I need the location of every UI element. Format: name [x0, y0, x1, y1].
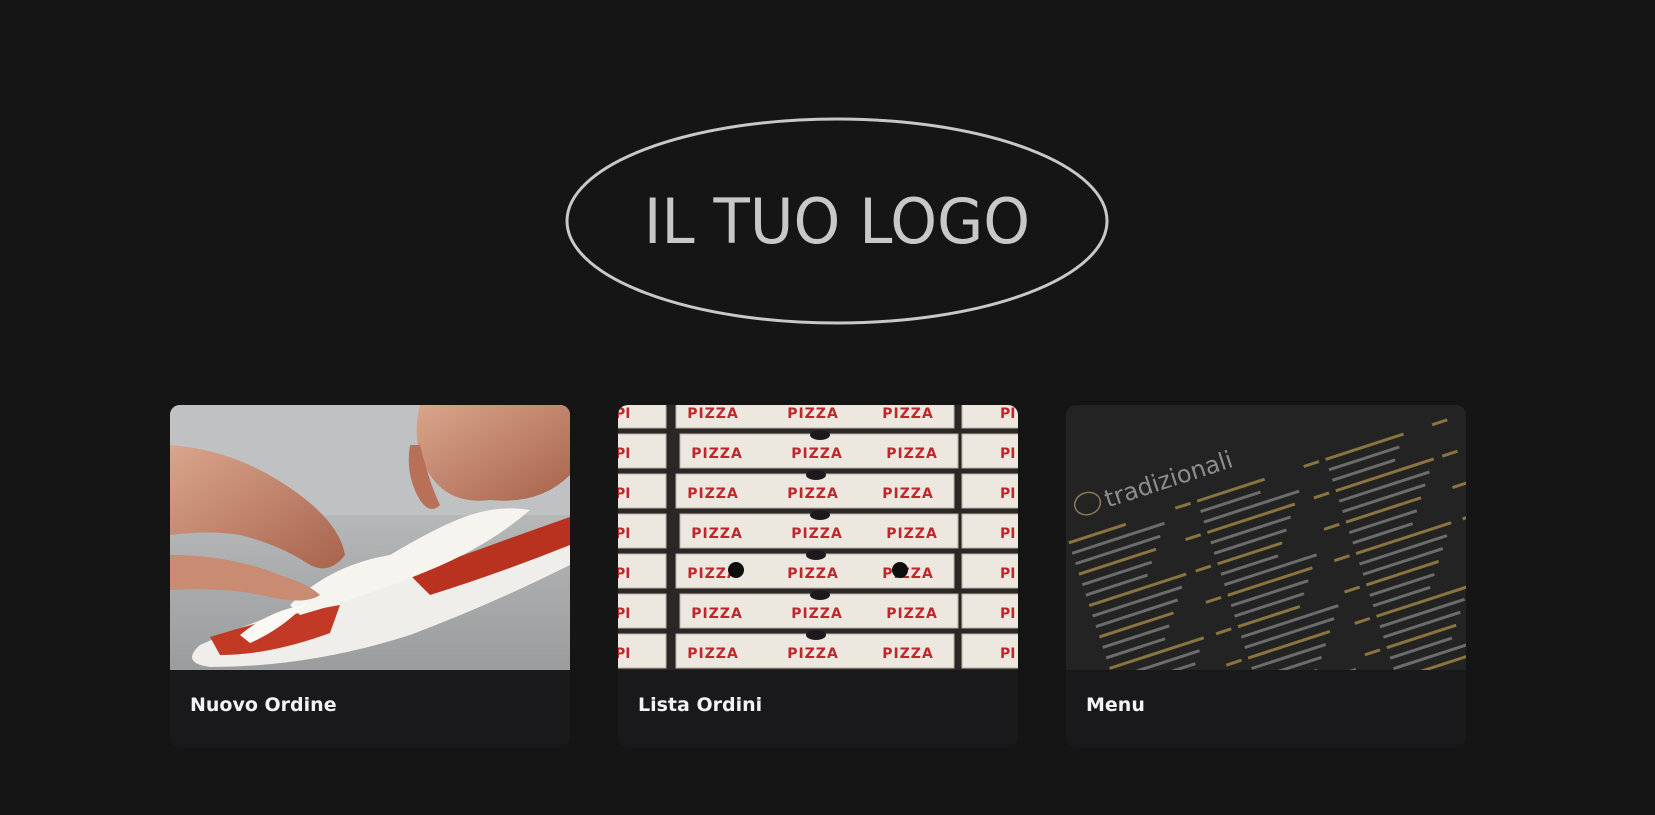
svg-text:PI: PI: [618, 606, 630, 622]
svg-text:PIZZA: PIZZA: [791, 606, 843, 622]
menu-board-image: tradizionali: [1066, 405, 1466, 670]
svg-text:PI: PI: [618, 646, 630, 662]
svg-text:PIZZA: PIZZA: [886, 446, 938, 462]
svg-text:PIZZA: PIZZA: [791, 526, 843, 542]
svg-text:PIZZA: PIZZA: [791, 446, 843, 462]
svg-text:PIZZA: PIZZA: [787, 646, 839, 662]
svg-text:PI: PI: [1000, 406, 1015, 422]
svg-text:PI: PI: [1000, 606, 1015, 622]
svg-text:PIZZA: PIZZA: [787, 566, 839, 582]
svg-text:PIZZA: PIZZA: [687, 406, 739, 422]
svg-text:PIZZA: PIZZA: [882, 486, 934, 502]
svg-text:PI: PI: [1000, 566, 1015, 582]
svg-text:PIZZA: PIZZA: [787, 486, 839, 502]
card-title: Menu: [1086, 694, 1145, 716]
svg-text:PI: PI: [1000, 646, 1015, 662]
logo-text: IL TUO LOGO: [643, 184, 1031, 258]
hands-making-pizza-image: [170, 405, 570, 670]
svg-text:PIZZA: PIZZA: [886, 606, 938, 622]
svg-text:PI: PI: [618, 526, 630, 542]
svg-text:PIZZA: PIZZA: [882, 406, 934, 422]
svg-text:PI: PI: [1000, 526, 1015, 542]
svg-text:PI: PI: [618, 566, 630, 582]
svg-text:PIZZA: PIZZA: [882, 566, 934, 582]
svg-text:PIZZA: PIZZA: [882, 646, 934, 662]
svg-text:PI: PI: [1000, 446, 1015, 462]
logo-placeholder: IL TUO LOGO: [564, 116, 1110, 326]
svg-text:PI: PI: [1000, 486, 1015, 502]
card-new-order[interactable]: Nuovo Ordine: [170, 405, 570, 747]
card-order-list[interactable]: PIZZA PIZZA PIZZA PI PI PIZZA PIZZA PIZZA PI PI PI…: [618, 405, 1018, 747]
card-title: Lista Ordini: [638, 694, 763, 716]
svg-text:PIZZA: PIZZA: [691, 446, 743, 462]
svg-text:PIZZA: PIZZA: [691, 606, 743, 622]
svg-text:PIZZA: PIZZA: [691, 526, 743, 542]
svg-text:PI: PI: [618, 486, 630, 502]
svg-text:PIZZA: PIZZA: [687, 646, 739, 662]
card-menu[interactable]: tradizionali Menu: [1066, 405, 1466, 747]
svg-text:PI: PI: [618, 406, 630, 422]
home-page: IL TUO LOGO Nuovo Ordine PIZZA PIZZA PIZ…: [0, 0, 1655, 815]
card-title: Nuovo Ordine: [190, 694, 337, 716]
pizza-boxes-image: PIZZA PIZZA PIZZA PI PI PIZZA PIZZA PIZZA PI PI PI…: [618, 405, 1018, 670]
svg-text:PIZZA: PIZZA: [787, 406, 839, 422]
svg-text:PIZZA: PIZZA: [886, 526, 938, 542]
svg-text:PIZZA: PIZZA: [687, 486, 739, 502]
svg-text:PI: PI: [618, 446, 630, 462]
